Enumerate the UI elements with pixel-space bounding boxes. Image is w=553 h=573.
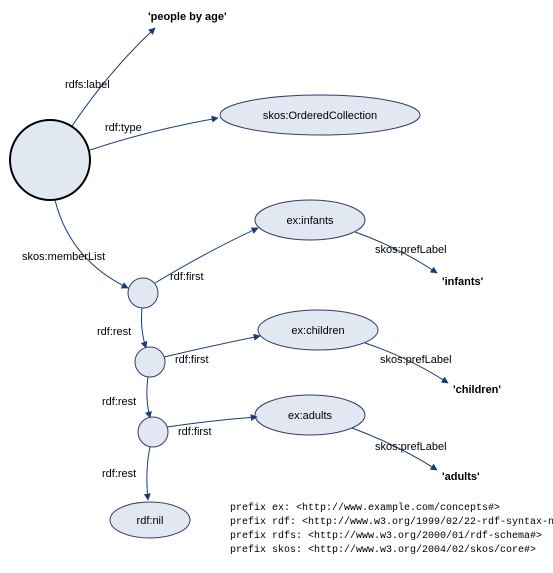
edge-label-first-1: rdf:first <box>170 271 204 283</box>
edge-label-rest-3: rdf:rest <box>102 468 136 480</box>
list-node-2 <box>135 347 165 377</box>
node-children-label: ex:children <box>291 325 344 337</box>
edge-rest-3 <box>147 447 150 500</box>
edge-label-rest-1: rdf:rest <box>97 326 131 338</box>
edge-label-first-2: rdf:first <box>175 354 209 366</box>
edge-skos-memberlist <box>55 200 128 288</box>
edge-rest-2 <box>147 377 150 418</box>
prefix-line-1: prefix rdf: <http://www.w3.org/1999/02/2… <box>230 516 553 528</box>
literal-infants: 'infants' <box>442 276 484 288</box>
edge-rdfs-label <box>72 28 155 126</box>
prefix-line-3: prefix skos: <http://www.w3.org/2004/02/… <box>230 544 536 556</box>
literal-children: 'children' <box>453 384 501 396</box>
edge-label-skos-memberlist: skos:memberList <box>22 251 105 263</box>
list-node-3 <box>138 417 168 447</box>
edge-label-rest-2: rdf:rest <box>102 396 136 408</box>
node-nil-label: rdf:nil <box>137 515 164 527</box>
node-adults-label: ex:adults <box>288 410 333 422</box>
list-node-1 <box>128 278 158 308</box>
edge-label-rdfs-label: rdfs:label <box>65 79 110 91</box>
root-blank-node <box>10 120 90 200</box>
literal-adults: 'adults' <box>442 471 480 483</box>
edge-label-rdf-type: rdf:type <box>105 122 142 134</box>
rdf-graph-diagram: 'people by age' rdfs:label skos:OrderedC… <box>0 0 553 573</box>
prefix-line-2: prefix rdfs: <http://www.w3.org/2000/01/… <box>230 530 542 542</box>
prefix-line-0: prefix ex: <http://www.example.com/conce… <box>230 502 500 514</box>
edge-label-preflabel-2: skos:prefLabel <box>380 354 452 366</box>
edge-label-first-3: rdf:first <box>178 426 212 438</box>
edge-label-preflabel-3: skos:prefLabel <box>375 441 447 453</box>
node-ordered-collection-label: skos:OrderedCollection <box>263 110 377 122</box>
title-literal: 'people by age' <box>148 11 227 23</box>
edge-label-preflabel-1: skos:prefLabel <box>375 244 447 256</box>
edge-rest-1 <box>142 308 147 348</box>
node-infants-label: ex:infants <box>286 215 334 227</box>
